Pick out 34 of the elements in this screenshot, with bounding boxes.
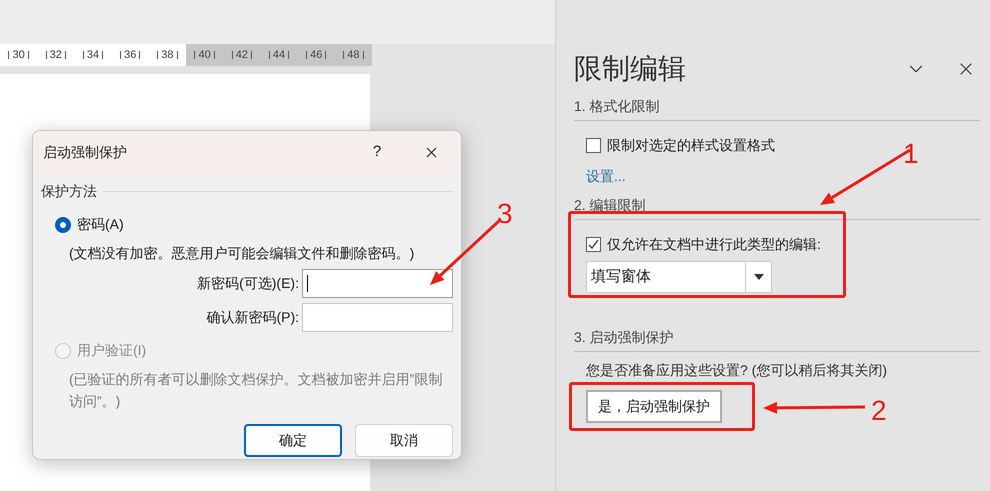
checkbox-label: 仅允许在文档中进行此类型的编辑: xyxy=(607,235,821,254)
step-number: 2 xyxy=(871,395,887,427)
panel-title: 限制编辑 xyxy=(574,52,687,86)
step-number: 3 xyxy=(497,198,513,230)
step-number: 1 xyxy=(903,138,919,170)
password-field[interactable] xyxy=(302,269,453,298)
help-button[interactable]: ? xyxy=(367,140,387,164)
dialog-button[interactable]: 取消 xyxy=(355,424,453,457)
radio-button[interactable] xyxy=(55,216,71,232)
ruler-number: 46 xyxy=(298,44,335,66)
checkbox-label: 限制对选定的样式设置格式 xyxy=(607,136,775,155)
dropdown[interactable]: 填写窗体 xyxy=(586,261,772,293)
start-protection-button[interactable]: 是，启动强制保护 xyxy=(586,390,722,423)
checkbox[interactable] xyxy=(586,237,601,252)
dialog-button[interactable]: 确定 xyxy=(244,424,342,457)
section-heading: 1. 格式化限制 xyxy=(574,96,980,121)
section-heading: 3. 启动强制保护 xyxy=(574,327,980,352)
dialog-title: 启动强制保护 xyxy=(43,142,128,162)
password-field[interactable] xyxy=(302,303,453,332)
group-label: 保护方法 xyxy=(41,182,97,201)
option-note: (已验证的所有者可以删除文档保护。文档被加密并启用”限制访问”。) xyxy=(68,370,444,411)
ruler-number: 40 xyxy=(186,44,224,66)
ruler-number: 44 xyxy=(260,44,298,66)
checkbox[interactable] xyxy=(586,138,601,153)
field-label: 新密码(可选)(E): xyxy=(197,274,299,293)
option-note: (文档没有加密。恶意用户可能会编辑文件和删除密码。) xyxy=(68,244,416,263)
radio-label: 用户验证(I) xyxy=(77,341,146,360)
prompt-text: 您是否准备应用这些设置? (您可以稍后将其关闭) xyxy=(586,361,888,380)
settings-link[interactable]: 设置... xyxy=(586,166,626,187)
ruler-number: 42 xyxy=(223,44,260,66)
dropdown-arrow-icon xyxy=(754,274,764,280)
ruler-number: 48 xyxy=(334,44,372,66)
field-label: 确认新密码(P): xyxy=(206,308,299,327)
radio-label: 密码(A) xyxy=(77,215,124,234)
